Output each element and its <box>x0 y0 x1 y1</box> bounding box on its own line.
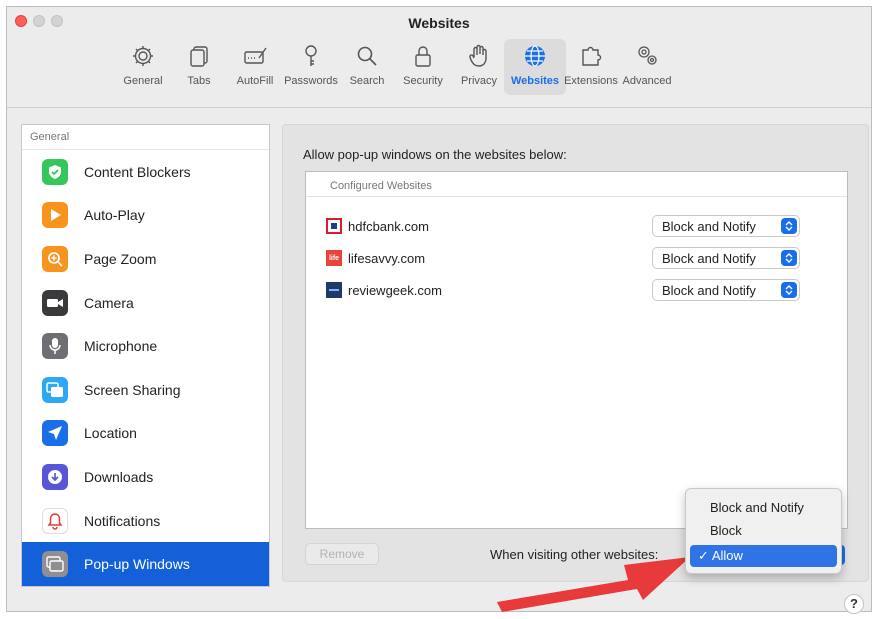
site-setting-value: Block and Notify <box>662 250 756 266</box>
window-title: Websites <box>408 15 470 31</box>
sidebar-item-label: Screen Sharing <box>84 381 181 398</box>
chevron-updown-icon <box>781 250 797 266</box>
download-icon <box>42 463 68 490</box>
tabs-icon <box>190 46 208 67</box>
tab-general[interactable]: General <box>112 39 174 95</box>
panel-description: Allow pop-up windows on the websites bel… <box>303 147 567 162</box>
puzzle-icon <box>582 46 602 66</box>
configured-websites-header: Configured Websites <box>330 180 432 192</box>
checkmark-icon: ✓ <box>698 548 709 563</box>
remove-button[interactable]: Remove <box>305 543 379 565</box>
globe-icon <box>525 45 545 67</box>
other-websites-dropdown-menu[interactable]: Block and Notify Block ✓ Allow <box>685 488 842 574</box>
tab-passwords[interactable]: Passwords <box>280 39 342 95</box>
tab-websites-label: Websites <box>510 75 560 87</box>
site-setting-select[interactable]: Block and Notify <box>652 215 800 237</box>
site-name: reviewgeek.com <box>348 282 442 298</box>
sidebar: General Content Blockers Auto-Play Page … <box>21 124 270 587</box>
shield-check-icon <box>42 158 68 185</box>
gears-icon <box>638 46 657 65</box>
zoom-icon <box>42 245 68 272</box>
autofill-icon <box>244 47 267 64</box>
sidebar-item-label: Page Zoom <box>84 250 157 267</box>
chevron-updown-icon <box>781 282 797 298</box>
help-button[interactable]: ? <box>844 594 864 614</box>
tab-websites[interactable]: Websites <box>504 39 566 95</box>
list-divider <box>306 196 847 197</box>
tab-extensions[interactable]: Extensions <box>560 39 622 95</box>
chevron-updown-icon <box>781 218 797 234</box>
tab-autofill[interactable]: AutoFill <box>224 39 286 95</box>
site-name: hdfcbank.com <box>348 218 429 234</box>
other-websites-label: When visiting other websites: <box>490 547 659 562</box>
tab-autofill-label: AutoFill <box>236 75 274 87</box>
menu-item-allow-label: Allow <box>711 548 743 563</box>
menu-item-allow[interactable]: ✓ Allow <box>690 545 837 567</box>
hdfc-favicon-icon <box>326 218 342 234</box>
key-icon <box>305 45 317 66</box>
sidebar-item-microphone[interactable]: Microphone <box>22 324 269 368</box>
tab-general-label: General <box>123 75 163 87</box>
lock-icon <box>415 46 431 67</box>
camera-icon <box>42 289 68 316</box>
tab-privacy[interactable]: Privacy <box>448 39 510 95</box>
tab-tabs[interactable]: Tabs <box>168 39 230 95</box>
search-icon <box>357 46 377 66</box>
sidebar-item-screen-sharing[interactable]: Screen Sharing <box>22 368 269 412</box>
hand-icon <box>469 44 487 67</box>
sidebar-item-downloads[interactable]: Downloads <box>22 455 269 499</box>
tab-extensions-label: Extensions <box>564 75 618 87</box>
sidebar-item-label: Auto-Play <box>84 207 145 224</box>
site-setting-value: Block and Notify <box>662 218 756 234</box>
popup-windows-icon <box>42 551 68 578</box>
tab-security-label: Security <box>403 75 443 87</box>
lifesavvy-favicon-icon: life <box>326 250 342 266</box>
site-setting-select[interactable]: Block and Notify <box>652 279 800 301</box>
site-setting-select[interactable]: Block and Notify <box>652 247 800 269</box>
tab-passwords-label: Passwords <box>284 75 338 87</box>
play-icon <box>42 202 68 229</box>
tab-advanced-label: Advanced <box>622 75 672 87</box>
sidebar-item-label: Location <box>84 425 137 442</box>
sidebar-item-label: Pop-up Windows <box>84 556 190 573</box>
reviewgeek-favicon-icon <box>326 282 342 298</box>
menu-item-block[interactable]: Block <box>690 520 837 542</box>
preferences-toolbar: General Tabs AutoFill Passwords Search S… <box>115 39 675 101</box>
sidebar-header: General <box>22 125 269 150</box>
sidebar-item-camera[interactable]: Camera <box>22 281 269 325</box>
location-arrow-icon <box>42 420 68 447</box>
tab-privacy-label: Privacy <box>460 75 498 87</box>
screen-sharing-icon <box>42 376 68 403</box>
site-setting-value: Block and Notify <box>662 282 756 298</box>
site-name: lifesavvy.com <box>348 250 426 266</box>
sidebar-item-label: Camera <box>84 294 134 311</box>
tab-security[interactable]: Security <box>392 39 454 95</box>
sidebar-item-label: Downloads <box>84 468 154 485</box>
tab-advanced[interactable]: Advanced <box>616 39 678 95</box>
gear-icon <box>133 46 153 66</box>
sidebar-item-auto-play[interactable]: Auto-Play <box>22 194 269 238</box>
microphone-icon <box>42 333 68 360</box>
bell-icon <box>42 507 68 534</box>
sidebar-item-label: Notifications <box>84 512 161 529</box>
sidebar-item-pop-up-windows[interactable]: Pop-up Windows <box>22 542 269 586</box>
sidebar-item-label: Content Blockers <box>84 163 191 180</box>
tab-search[interactable]: Search <box>336 39 398 95</box>
sidebar-item-content-blockers[interactable]: Content Blockers <box>22 150 269 194</box>
title-bar: Websites General Tabs AutoFill Passwords… <box>7 7 871 108</box>
sidebar-item-label: Microphone <box>84 338 158 355</box>
tab-search-label: Search <box>349 75 385 87</box>
sidebar-item-location[interactable]: Location <box>22 412 269 456</box>
sidebar-item-notifications[interactable]: Notifications <box>22 499 269 543</box>
sidebar-item-page-zoom[interactable]: Page Zoom <box>22 237 269 281</box>
configured-websites-list[interactable]: Configured Websites hdfcbank.com Block a… <box>305 171 848 529</box>
menu-item-block-and-notify[interactable]: Block and Notify <box>690 497 837 519</box>
tab-tabs-label: Tabs <box>187 75 211 87</box>
lifesavvy-favicon-text: life <box>328 254 340 262</box>
